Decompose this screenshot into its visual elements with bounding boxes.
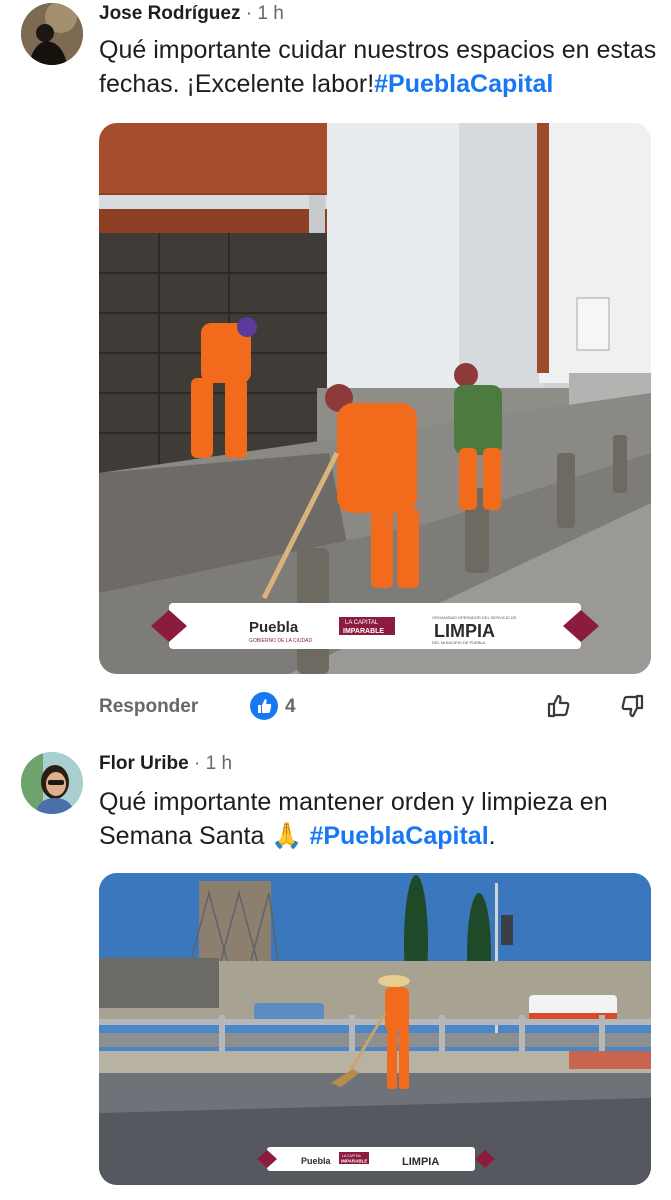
dislike-button[interactable] — [616, 690, 648, 722]
comment-photo[interactable]: Puebla LA CAPITAL IMPARABLE LIMPIA — [99, 873, 651, 1185]
comment-actions: Responder 4 — [99, 690, 659, 724]
badge-line2: IMPARABLE — [341, 1159, 367, 1164]
comment-text: Qué importante mantener orden y limpieza… — [99, 785, 659, 853]
author-name[interactable]: Jose Rodríguez — [99, 3, 240, 24]
praying-hands-icon: 🙏 — [271, 822, 303, 850]
comment-time[interactable]: · 1 h — [240, 3, 284, 24]
limpia-logo-text: LIMPIA — [402, 1156, 439, 1168]
puebla-logo-sub: GOBIERNO DE LA CIUDAD — [249, 638, 312, 644]
comment-flor: Flor Uribe · 1 h Qué importante mantener… — [0, 740, 671, 1200]
street-cleaning-photo: Puebla GOBIERNO DE LA CIUDAD LA CAPITAL … — [99, 123, 651, 674]
author-line: Flor Uribe · 1 h — [99, 752, 232, 776]
logo-banner: Puebla GOBIERNO DE LA CIUDAD LA CAPITAL … — [151, 603, 599, 649]
logo-banner: Puebla LA CAPITAL IMPARABLE LIMPIA — [257, 1147, 495, 1171]
comment-body-end: . — [488, 822, 496, 850]
puebla-logo-text: Puebla — [249, 619, 299, 636]
puebla-logo-text: Puebla — [301, 1156, 332, 1166]
avatar-jose-image — [21, 3, 83, 65]
hashtag-link[interactable]: #PueblaCapital — [374, 70, 553, 98]
badge-line1: LA CAPITAL — [345, 620, 379, 626]
avatar-flor-image — [21, 752, 83, 814]
thumbs-up-icon — [250, 692, 278, 720]
limpia-sub-bottom: DEL MUNICIPIO DE PUEBLA — [432, 640, 486, 645]
badge-line1: LA CAPITAL — [342, 1154, 361, 1158]
thumbs-up-outline-icon — [547, 694, 570, 718]
limpia-sub-top: ORGANISMO OPERADOR DEL SERVICIO DE — [432, 615, 517, 620]
hashtag-link[interactable]: #PueblaCapital — [309, 822, 488, 850]
comment-text: Qué importante cuidar nuestros espacios … — [99, 33, 659, 101]
avatar-jose[interactable] — [21, 3, 83, 65]
comment-jose: Jose Rodríguez · 1 h Qué importante cuid… — [0, 0, 671, 740]
comment-time[interactable]: · 1 h — [189, 753, 232, 774]
limpia-logo-text: LIMPIA — [434, 621, 495, 641]
street-sweeping-photo: Puebla LA CAPITAL IMPARABLE LIMPIA — [99, 873, 651, 1185]
author-line: Jose Rodríguez · 1 h — [99, 2, 284, 26]
like-count[interactable]: 4 — [285, 696, 296, 718]
like-button[interactable] — [543, 690, 575, 722]
comment-photo[interactable]: Puebla GOBIERNO DE LA CIUDAD LA CAPITAL … — [99, 123, 651, 674]
avatar-flor[interactable] — [21, 752, 83, 814]
author-name[interactable]: Flor Uribe — [99, 753, 189, 774]
reply-button[interactable]: Responder — [99, 696, 198, 718]
badge-line2: IMPARABLE — [343, 628, 384, 635]
thumbs-down-outline-icon — [621, 694, 644, 718]
